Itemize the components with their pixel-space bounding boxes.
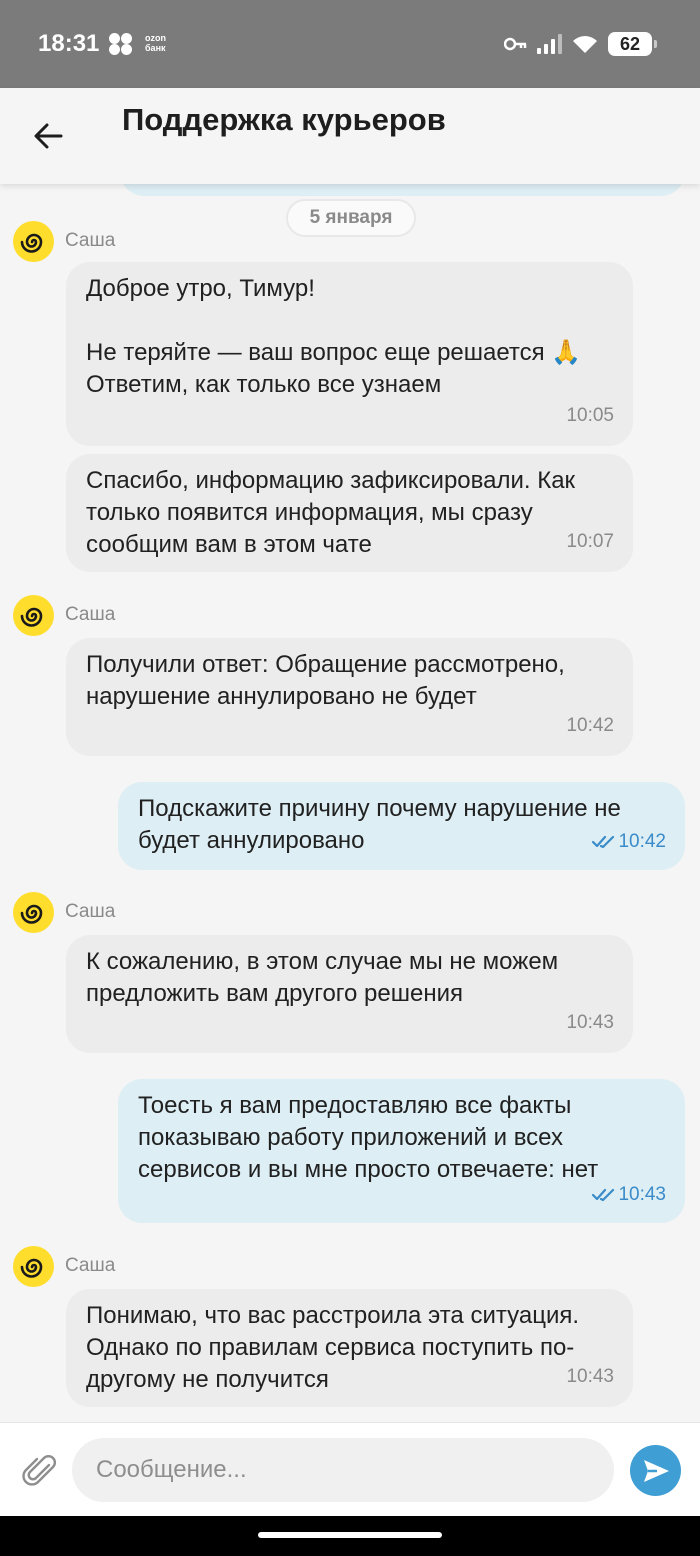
status-bar: 18:31 ozon банк 62 — [0, 0, 700, 88]
key-icon — [504, 37, 527, 51]
message-text: К сожалению, в этом случае мы не можем п… — [86, 948, 559, 1007]
message-bubble[interactable]: Понимаю, что вас расстроила эта ситуация… — [66, 1289, 633, 1407]
message-text: Тоесть я вам предоставляю все факты пока… — [138, 1092, 599, 1183]
wifi-icon — [573, 36, 597, 53]
message-time: 10:42 — [566, 715, 614, 736]
message-bubble[interactable]: К сожалению, в этом случае мы не можем п… — [66, 935, 633, 1053]
message-meta: 10:43 — [592, 1179, 666, 1211]
avatar[interactable] — [13, 892, 54, 933]
message-input[interactable] — [72, 1438, 614, 1502]
sender-name: Саша — [65, 1255, 116, 1276]
send-button[interactable] — [630, 1445, 681, 1496]
avatar[interactable] — [13, 221, 54, 262]
message-bubble-outgoing[interactable]: Подскажите причину почему нарушение не б… — [118, 782, 685, 870]
back-button[interactable] — [26, 114, 70, 158]
message-time: 10:42 — [618, 831, 666, 852]
signal-icon — [537, 34, 562, 54]
message-time: 10:05 — [566, 405, 614, 426]
double-check-icon — [592, 1188, 615, 1202]
previous-message-bubble — [120, 184, 685, 196]
message-text: Получили ответ: Обращение рассмотрено, н… — [86, 651, 565, 710]
battery-indicator: 62 — [608, 32, 657, 56]
swirl-logo-icon — [20, 904, 42, 924]
arrow-left-icon — [34, 123, 63, 149]
message-bubble-outgoing[interactable]: Тоесть я вам предоставляю все факты пока… — [118, 1079, 685, 1223]
message-time: 10:07 — [566, 531, 614, 552]
double-check-icon — [592, 835, 615, 849]
status-indicators: 62 — [504, 31, 657, 57]
message-text: Понимаю, что вас расстроила эта ситуация… — [86, 1302, 580, 1393]
message-bubble[interactable]: Получили ответ: Обращение рассмотрено, н… — [66, 638, 633, 756]
status-time: 18:31 — [38, 30, 100, 57]
avatar[interactable] — [13, 1246, 54, 1287]
message-text: Спасибо, информацию зафиксировали. Как т… — [86, 467, 576, 558]
app-dots-icon — [108, 33, 134, 55]
swirl-logo-icon — [20, 607, 42, 627]
message-time: 10:43 — [566, 1012, 614, 1033]
home-indicator[interactable] — [258, 1532, 442, 1538]
date-divider: 5 января — [286, 199, 416, 237]
message-composer — [0, 1422, 700, 1516]
message-text: Доброе утро, Тимур! Не теряйте — ваш воп… — [86, 275, 582, 398]
ozon-bank-status-label: ozon банк — [145, 33, 166, 53]
swirl-logo-icon — [20, 1258, 42, 1278]
sender-name: Саша — [65, 604, 116, 625]
swirl-logo-icon — [20, 233, 42, 253]
sender-name: Саша — [65, 901, 116, 922]
avatar[interactable] — [13, 595, 54, 636]
paperclip-icon — [22, 1455, 56, 1486]
chat-header: Поддержка курьеров — [0, 88, 700, 184]
sender-name: Саша — [65, 230, 116, 251]
message-bubble[interactable]: Доброе утро, Тимур! Не теряйте — ваш воп… — [66, 262, 633, 446]
message-time: 10:43 — [618, 1184, 666, 1205]
page-title: Поддержка курьеров — [122, 102, 446, 137]
system-nav-bar — [0, 1516, 700, 1556]
chat-messages[interactable]: 5 января Саша Доброе утро, Тимур! Не тер… — [0, 184, 700, 1422]
message-text: Подскажите причину почему нарушение не б… — [138, 795, 621, 854]
send-icon — [643, 1459, 669, 1482]
message-bubble[interactable]: Спасибо, информацию зафиксировали. Как т… — [66, 454, 633, 572]
message-meta: 10:42 — [592, 826, 666, 858]
message-time: 10:43 — [566, 1366, 614, 1387]
attach-button[interactable] — [22, 1453, 60, 1491]
